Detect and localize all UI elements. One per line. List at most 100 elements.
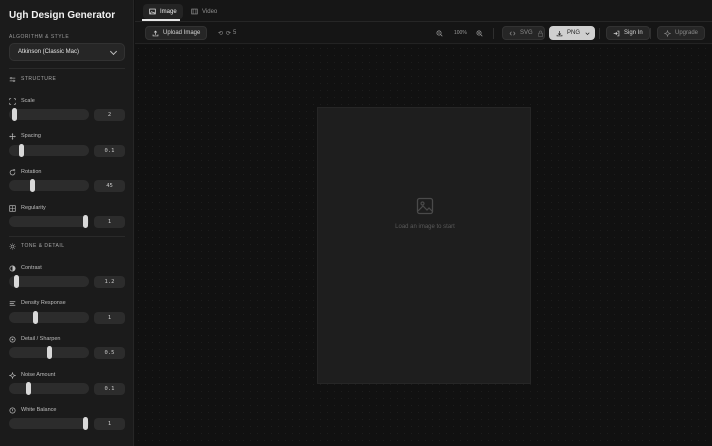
toolbar-divider	[493, 28, 494, 39]
noise-label-text: Noise Amount	[21, 372, 56, 378]
param-density-label: Density Response	[9, 298, 66, 308]
grid-icon	[9, 204, 16, 212]
noise-slider[interactable]	[9, 382, 89, 395]
param-detail-label: Detail / Sharpen	[9, 334, 60, 344]
tab-video-label: Video	[202, 8, 218, 15]
detail-value-input[interactable]: 0.5	[94, 347, 125, 359]
export-png-button[interactable]: PNG	[549, 26, 595, 40]
sidebar: Ugh Design Generator ALGORITHM & STYLE A…	[0, 0, 134, 446]
login-icon	[613, 30, 620, 37]
png-label: PNG	[567, 30, 581, 36]
focus-icon	[9, 335, 16, 343]
param-noise-label: Noise Amount	[9, 370, 55, 380]
code-icon	[509, 30, 516, 37]
tab-image[interactable]: Image	[143, 4, 183, 19]
slider-thumb[interactable]	[83, 215, 88, 228]
upgrade-label: Upgrade	[675, 30, 699, 36]
detail-label-text: Detail / Sharpen	[21, 336, 61, 342]
divider	[9, 68, 125, 69]
slider-thumb[interactable]	[12, 108, 18, 121]
history-count: 5	[233, 30, 237, 36]
lock-icon	[537, 30, 544, 37]
image-icon	[149, 8, 156, 15]
sparkle-icon	[9, 371, 16, 379]
slider-thumb[interactable]	[30, 179, 36, 192]
sparkle-icon	[664, 29, 671, 37]
sign-in-label: Sign In	[624, 30, 643, 36]
param-spacing-label: Spacing	[9, 131, 41, 141]
contrast-value-input[interactable]: 1.2	[94, 276, 125, 288]
white-label-text: White Balance	[21, 407, 57, 413]
active-tab-indicator	[142, 19, 180, 21]
scale-value-input[interactable]: 2	[94, 109, 125, 121]
mode-tabs: Image Video	[135, 0, 712, 22]
rotation-slider[interactable]	[9, 179, 89, 192]
contrast-icon	[9, 264, 16, 272]
rotate-icon	[9, 168, 16, 176]
density-label-text: Density Response	[21, 300, 66, 306]
regularity-label-text: Regularity	[21, 205, 46, 211]
slider-thumb[interactable]	[33, 311, 39, 324]
lines-icon	[9, 300, 16, 307]
empty-state-text: Load an image to start	[395, 224, 455, 230]
image-placeholder-icon	[416, 197, 434, 215]
tab-video[interactable]: Video	[185, 4, 223, 19]
param-rotation-label: Rotation	[9, 167, 42, 177]
svg-label: SVG	[520, 30, 533, 36]
density-slider[interactable]	[9, 311, 89, 324]
density-value-input[interactable]: 1	[94, 312, 125, 324]
slider-thumb[interactable]	[18, 144, 24, 157]
app-root: Ugh Design Generator ALGORITHM & STYLE A…	[0, 0, 712, 446]
artboard[interactable]: Load an image to start	[317, 107, 531, 384]
algorithm-selected-value: Atkinson (Classic Mac)	[18, 49, 80, 55]
scale-slider[interactable]	[9, 108, 89, 121]
algorithm-label: ALGORITHM & STYLE	[9, 34, 70, 40]
section-tone: TONE & DETAIL	[9, 241, 65, 251]
scale-icon	[9, 97, 16, 105]
sliders-icon	[9, 76, 16, 83]
canvas-area[interactable]: Load an image to start	[135, 45, 712, 446]
download-icon	[556, 30, 563, 37]
spacing-label-text: Spacing	[21, 133, 41, 139]
slider-thumb[interactable]	[26, 382, 32, 395]
upload-image-button[interactable]: Upload Image	[145, 26, 208, 40]
param-regularity-label: Regularity	[9, 203, 46, 213]
toolbar-divider	[650, 28, 651, 39]
white-slider[interactable]	[9, 417, 89, 430]
section-structure: STRUCTURE	[9, 74, 56, 84]
upgrade-button[interactable]: Upgrade	[657, 26, 706, 40]
param-white-label: White Balance	[9, 405, 56, 415]
history-button[interactable]: 5	[230, 26, 239, 40]
spacing-value-input[interactable]: 0.1	[94, 145, 125, 157]
noise-value-input[interactable]: 0.1	[94, 383, 125, 395]
zoom-in-button[interactable]	[473, 26, 486, 40]
zoom-out-button[interactable]	[433, 26, 446, 40]
contrast-label-text: Contrast	[21, 265, 42, 271]
zoom-level: 100%	[454, 30, 467, 36]
regularity-slider[interactable]	[9, 215, 89, 228]
regularity-value-input[interactable]: 1	[94, 216, 125, 228]
section-structure-label: STRUCTURE	[21, 76, 57, 82]
toolbar: Upload Image ⟲ ⟳ 5 100% SVG PNG Sign In …	[135, 22, 712, 44]
upload-icon	[152, 30, 159, 37]
chevron-down-icon	[584, 30, 591, 37]
white-value-input[interactable]: 1	[94, 418, 125, 430]
algorithm-select[interactable]: Atkinson (Classic Mac)	[9, 43, 125, 61]
detail-slider[interactable]	[9, 346, 89, 359]
divider	[9, 236, 125, 237]
rotation-value-input[interactable]: 45	[94, 180, 125, 192]
slider-thumb[interactable]	[46, 346, 52, 359]
chevron-down-icon	[109, 47, 118, 56]
param-contrast-label: Contrast	[9, 263, 42, 273]
scale-label-text: Scale	[21, 98, 35, 104]
spacing-slider[interactable]	[9, 144, 89, 157]
export-svg-button[interactable]: SVG	[502, 26, 545, 40]
upload-label: Upload Image	[163, 30, 201, 36]
contrast-slider[interactable]	[9, 275, 89, 288]
app-title: Ugh Design Generator	[9, 10, 116, 21]
param-scale-label: Scale	[9, 96, 35, 106]
slider-thumb[interactable]	[13, 275, 19, 288]
slider-thumb[interactable]	[83, 417, 88, 430]
sun-icon	[9, 242, 16, 250]
sign-in-button[interactable]: Sign In	[606, 26, 650, 40]
